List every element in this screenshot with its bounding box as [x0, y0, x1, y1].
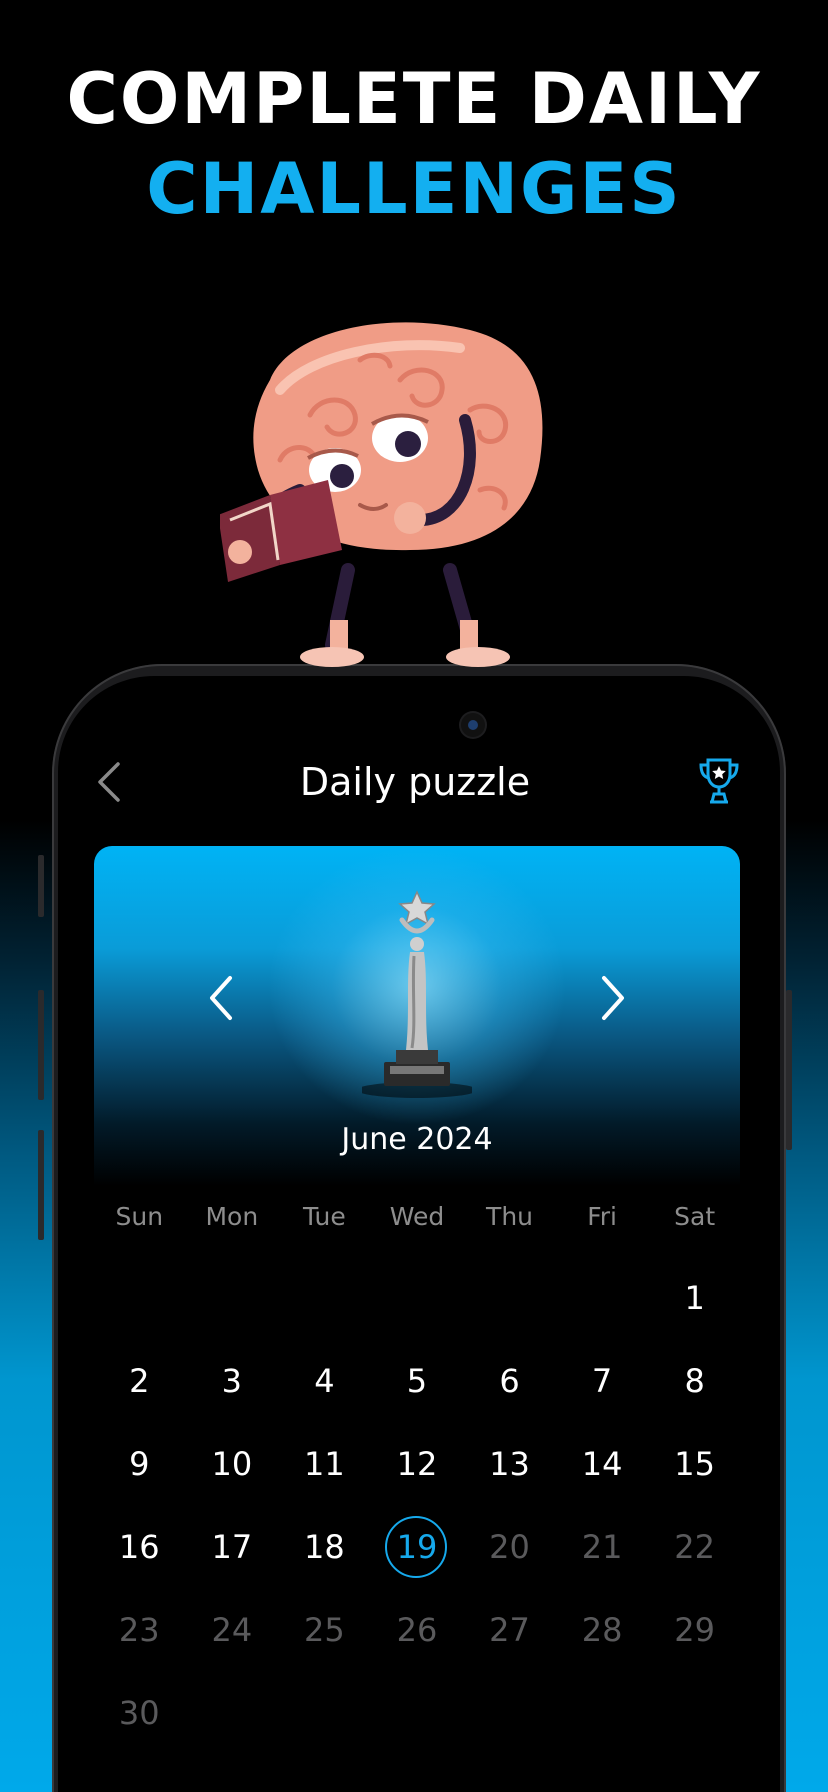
calendar-day-empty — [556, 1681, 649, 1745]
calendar-week-row: 16 17 18 19 20 21 22 — [93, 1505, 741, 1588]
phone-side-button — [38, 990, 44, 1100]
weekday-label: Sat — [674, 1201, 716, 1231]
back-button[interactable] — [90, 756, 130, 808]
calendar-day-locked: 25 — [304, 1610, 345, 1649]
promo-headline-line1: COMPLETE DAILY — [66, 58, 762, 140]
screen-title: Daily puzzle — [299, 760, 531, 804]
weekday-label: Tue — [303, 1201, 346, 1231]
calendar-day-locked: 27 — [489, 1610, 530, 1649]
silver-statue-trophy-icon — [362, 890, 472, 1098]
promo-screen: COMPLETE DAILY CHALLENGES Daily puzzle J… — [0, 0, 828, 1792]
calendar-day-locked: 22 — [674, 1527, 716, 1566]
calendar-day[interactable]: 3 — [186, 1349, 279, 1413]
calendar-day-locked: 23 — [118, 1610, 160, 1649]
calendar-week-row: 1 — [93, 1256, 741, 1339]
trophy-icon[interactable] — [698, 756, 740, 806]
calendar-day-empty — [371, 1266, 464, 1330]
calendar-day[interactable]: 13 — [463, 1432, 556, 1496]
weekday-label: Wed — [389, 1201, 445, 1231]
calendar-day[interactable]: 4 — [278, 1349, 371, 1413]
calendar-day[interactable]: 10 — [186, 1432, 279, 1496]
calendar-weeks: 1 2 3 4 5 6 7 8 9 10 11 12 13 14 15 16 17 18 19 20 21 22 23 24 2… — [93, 1256, 741, 1754]
calendar-day-locked: 20 — [489, 1527, 530, 1566]
calendar-day-empty — [648, 1681, 741, 1745]
phone-side-button — [38, 1130, 44, 1240]
calendar-day[interactable]: 8 — [648, 1349, 741, 1413]
calendar-week-row: 30 — [93, 1671, 741, 1754]
calendar-week-row: 23 24 25 26 27 28 29 — [93, 1588, 741, 1671]
calendar-day[interactable]: 17 — [186, 1515, 279, 1579]
calendar-day-today[interactable]: 19 — [371, 1515, 464, 1579]
month-card: June 2024 — [94, 846, 740, 1186]
previous-month-button[interactable] — [202, 968, 242, 1028]
calendar-day-locked: 29 — [674, 1610, 716, 1649]
calendar-day-empty — [278, 1266, 371, 1330]
weekday-label: Thu — [486, 1201, 534, 1231]
calendar-week-row: 2345678 — [93, 1339, 741, 1422]
calendar-day-locked: 28 — [581, 1610, 623, 1649]
calendar-day[interactable]: 6 — [463, 1349, 556, 1413]
calendar-day[interactable]: 7 — [556, 1349, 649, 1413]
calendar-day[interactable]: 14 — [556, 1432, 649, 1496]
calendar-day-empty — [186, 1266, 279, 1330]
calendar-day-empty — [278, 1681, 371, 1745]
calendar-day[interactable]: 12 — [371, 1432, 464, 1496]
calendar-day-empty — [463, 1266, 556, 1330]
calendar-day-locked: 30 — [118, 1693, 160, 1732]
weekday-label: Mon — [205, 1201, 259, 1231]
weekday-label: Sun — [115, 1201, 164, 1231]
weekday-label: Fri — [587, 1201, 617, 1231]
camera-icon — [461, 713, 485, 737]
calendar-day[interactable]: 16 — [93, 1515, 186, 1579]
calendar-day-locked: 24 — [211, 1610, 253, 1649]
calendar-day-locked: 26 — [396, 1610, 438, 1649]
calendar-day-empty — [556, 1266, 649, 1330]
promo-headline-line2: CHALLENGES — [146, 148, 682, 230]
calendar-day[interactable]: 18 — [278, 1515, 371, 1579]
calendar-grid: Sun Mon Tue Wed Thu Fri Sat 1 2 3 4 5 6 7 8 9 10 1… — [93, 1176, 741, 1754]
calendar-day-empty — [186, 1681, 279, 1745]
calendar-day[interactable]: 5 — [371, 1349, 464, 1413]
calendar-day-empty — [371, 1681, 464, 1745]
phone-side-button — [38, 855, 44, 917]
calendar-day[interactable]: 11 — [278, 1432, 371, 1496]
calendar-week-row: 9 10 11 12 13 14 15 — [93, 1422, 741, 1505]
month-label: June 2024 — [341, 1122, 493, 1157]
brain-reading-book-icon — [220, 322, 543, 667]
calendar-day[interactable]: 1 — [648, 1266, 741, 1330]
phone-side-button — [786, 990, 792, 1150]
calendar-day[interactable]: 2 — [93, 1349, 186, 1413]
calendar-day[interactable]: 9 — [93, 1432, 186, 1496]
calendar-day-empty — [93, 1266, 186, 1330]
next-month-button[interactable] — [592, 968, 632, 1028]
calendar-day[interactable]: 15 — [648, 1432, 741, 1496]
weekday-header: Sun Mon Tue Wed Thu Fri Sat — [93, 1176, 741, 1256]
calendar-day-empty — [463, 1681, 556, 1745]
calendar-day-locked: 21 — [581, 1527, 623, 1566]
